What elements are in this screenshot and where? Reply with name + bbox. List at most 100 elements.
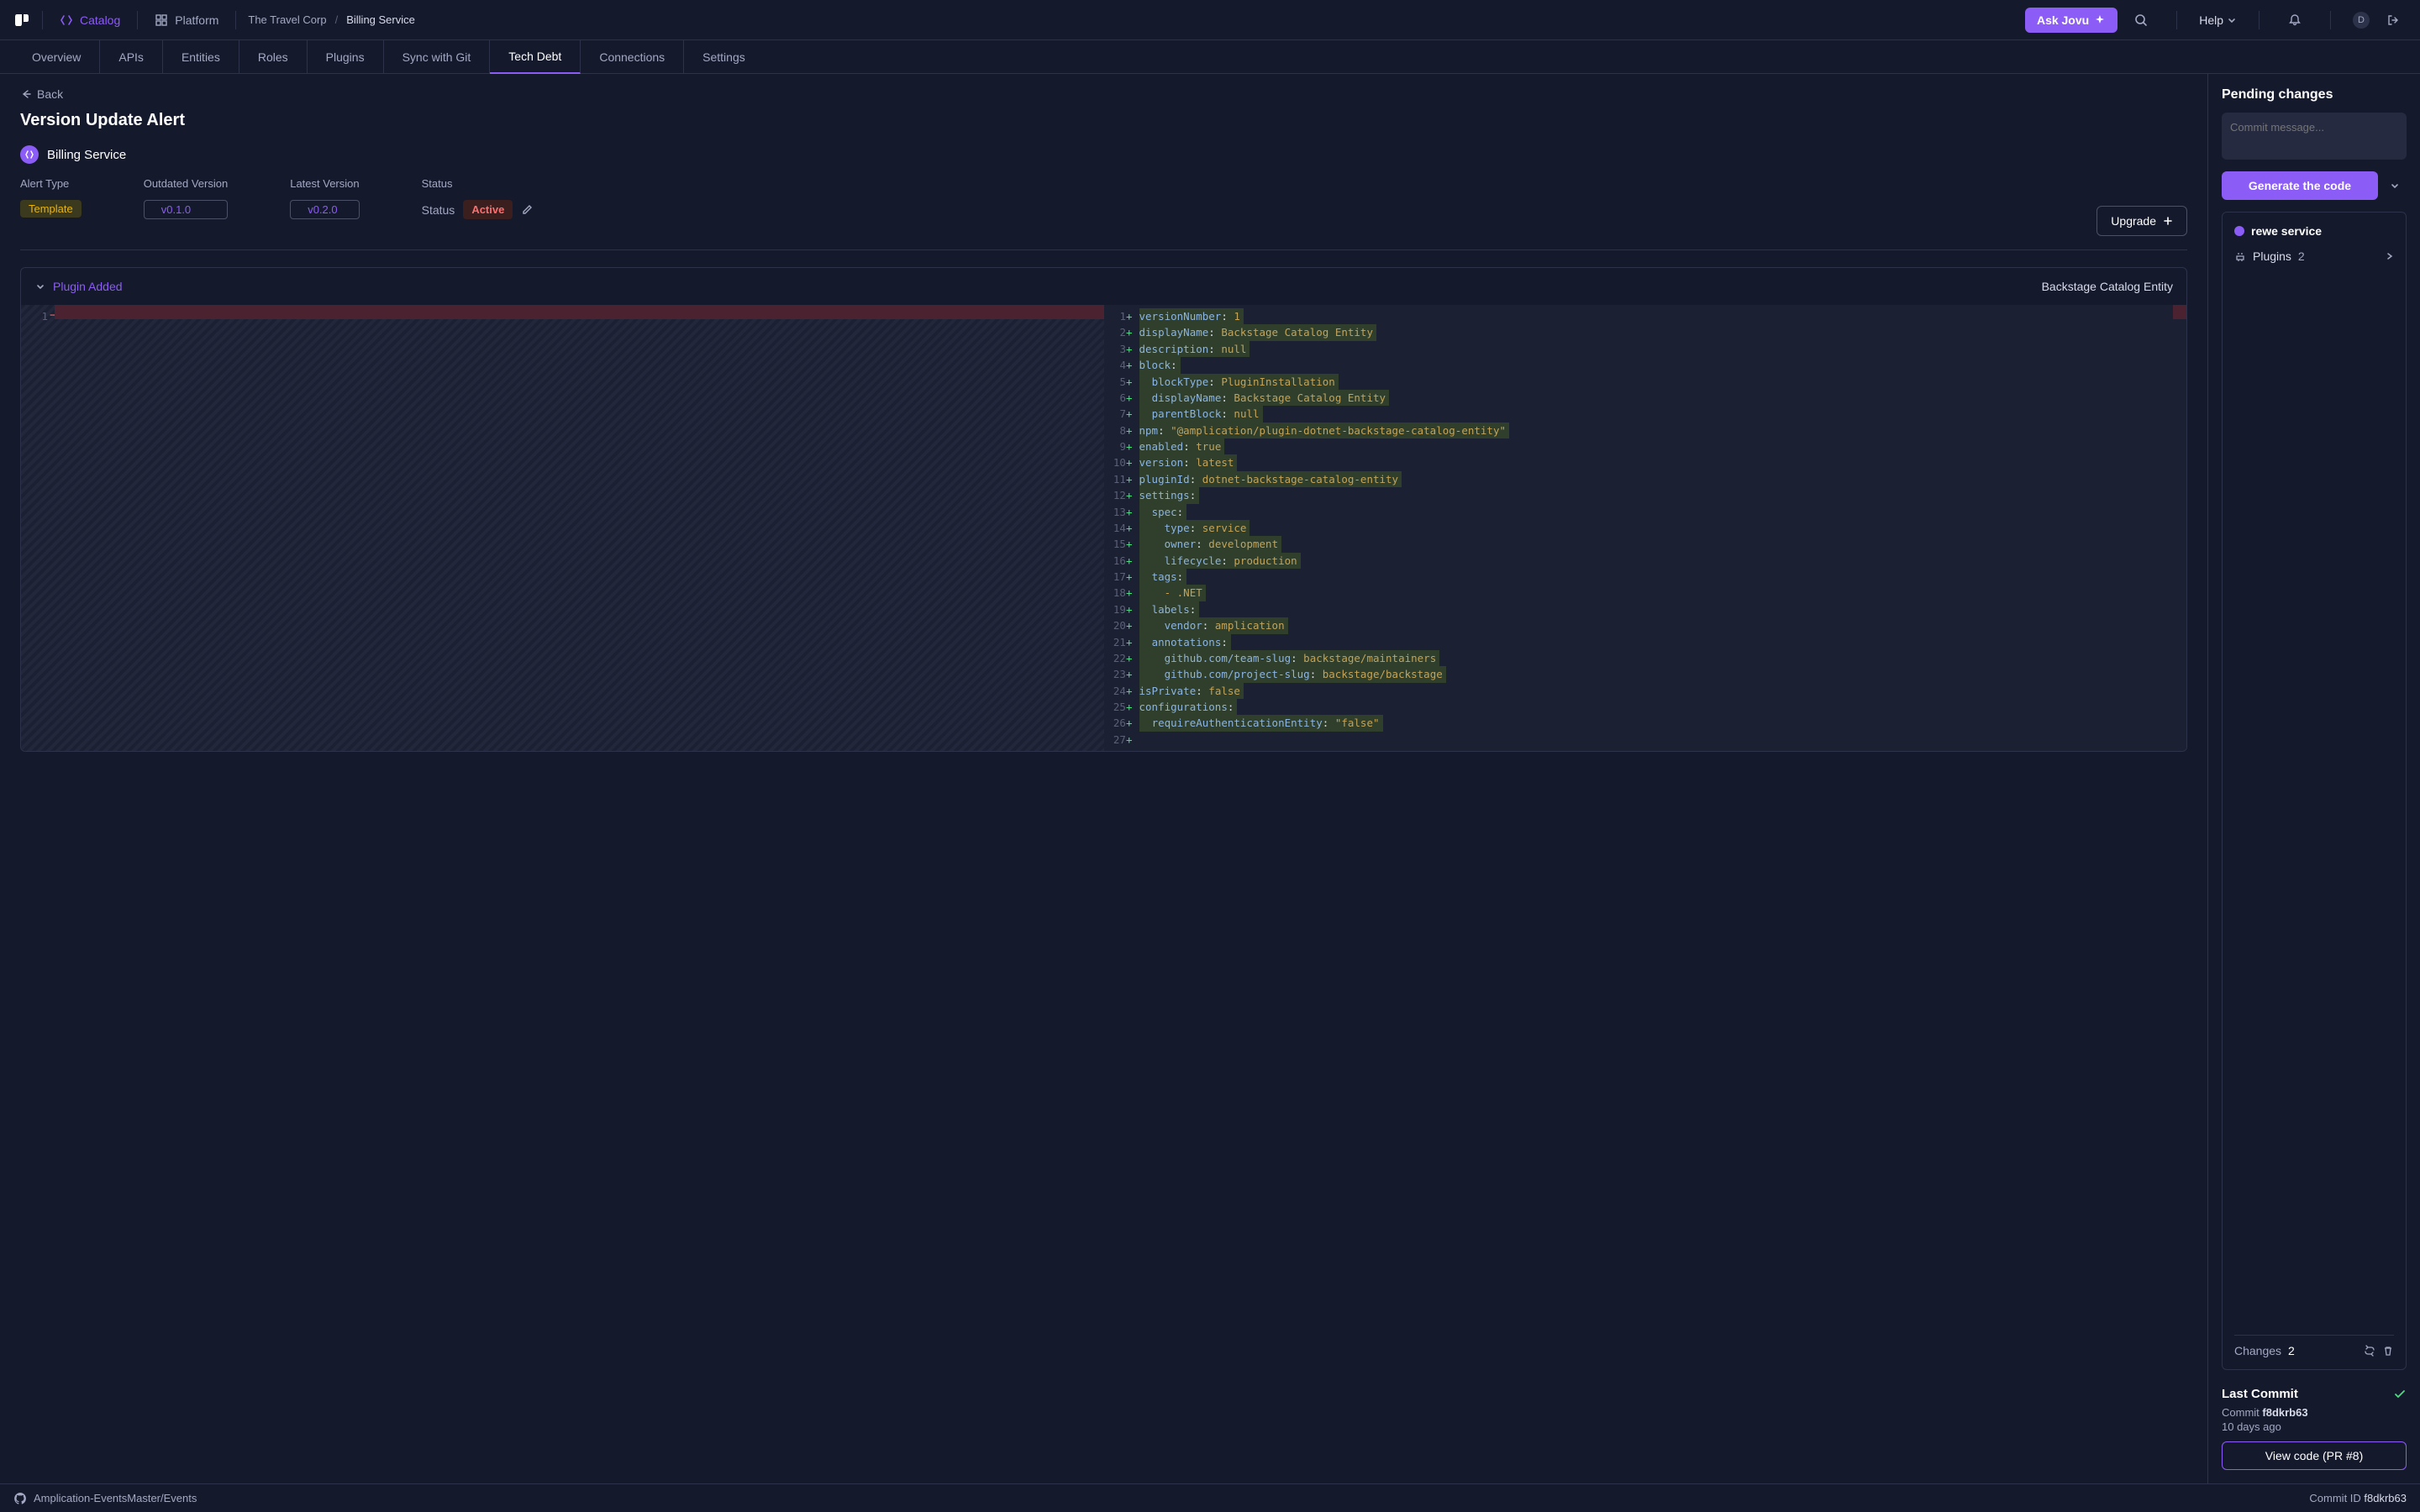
diff-section-title: Plugin Added [53,280,123,293]
line-number: 18+ [1104,585,1133,601]
tab-sync-with-git[interactable]: Sync with Git [384,40,491,74]
help-label: Help [2199,13,2223,27]
commit-age: 10 days ago [2222,1420,2407,1433]
code-line: versionNumber: 1 [1139,308,2181,324]
line-number: 8+ [1104,423,1133,438]
back-label: Back [37,87,63,101]
code-line: displayName: Backstage Catalog Entity [1139,324,2181,340]
code-line: block: [1139,357,2181,373]
line-number: 26+ [1104,715,1133,731]
code-line: displayName: Backstage Catalog Entity [1139,390,2181,406]
tab-apis[interactable]: APIs [100,40,163,74]
outdated-version[interactable]: v0.1.0 [144,200,228,219]
outdated-label: Outdated Version [144,177,228,190]
removed-line-number: 1 [41,310,48,323]
plugins-row[interactable]: Plugins 2 [2234,248,2394,265]
service-name: Billing Service [47,148,126,162]
code-line: lifecycle: production [1139,553,2181,569]
github-icon [13,1492,27,1505]
tab-connections[interactable]: Connections [581,40,684,74]
sparkle-icon [2094,14,2106,26]
upgrade-button[interactable]: Upgrade [2096,206,2187,236]
bottom-commit-hash: f8dkrb63 [2364,1492,2407,1504]
app-logo[interactable] [13,12,30,29]
back-link[interactable]: Back [20,87,2187,101]
code-line: configurations: [1139,699,2181,715]
tab-plugins[interactable]: Plugins [308,40,384,74]
code-line: vendor: amplication [1139,617,2181,633]
check-icon [2393,1388,2407,1401]
diff-card: Plugin Added Backstage Catalog Entity 1 … [20,267,2187,752]
code-line: labels: [1139,601,2181,617]
line-number: 19+ [1104,601,1133,617]
code-line: owner: development [1139,536,2181,552]
alert-type-value: Template [20,200,82,218]
bell-icon[interactable] [2281,7,2308,34]
code-line: annotations: [1139,634,2181,650]
line-number: 3+ [1104,341,1133,357]
chevron-down-icon[interactable] [34,281,46,292]
status-label: Status [422,177,534,190]
commit-id-label: Commit ID [2309,1492,2364,1504]
chevron-down-icon [2390,181,2400,191]
divider [20,249,2187,250]
line-number: 2+ [1104,324,1133,340]
nav-platform-label: Platform [175,13,218,27]
logout-icon[interactable] [2380,7,2407,34]
breadcrumb-org[interactable]: The Travel Corp [248,13,326,26]
plus-icon [2163,216,2173,226]
edit-icon[interactable] [521,204,533,216]
line-number: 20+ [1104,617,1133,633]
divider [137,11,138,29]
line-number: 12+ [1104,487,1133,503]
divider [2176,11,2177,29]
code-line: npm: "@amplication/plugin-dotnet-backsta… [1139,423,2181,438]
service-icon [20,145,39,164]
chevron-right-icon [2386,252,2394,260]
line-number: 11+ [1104,471,1133,487]
line-number: 9+ [1104,438,1133,454]
chevron-down-icon [2227,15,2237,25]
avatar[interactable]: D [2353,12,2370,29]
repo-path[interactable]: Amplication-EventsMaster/Events [34,1492,197,1504]
tab-roles[interactable]: Roles [239,40,308,74]
service-dot-icon [2234,226,2244,236]
ask-jovu-button[interactable]: Ask Jovu [2025,8,2118,33]
pending-service-name: rewe service [2251,224,2322,238]
line-number: 16+ [1104,553,1133,569]
tab-settings[interactable]: Settings [684,40,764,74]
pending-changes-title: Pending changes [2222,87,2407,102]
commit-message-input[interactable] [2222,113,2407,160]
help-menu[interactable]: Help [2199,13,2237,27]
generate-expand-button[interactable] [2383,171,2407,200]
breadcrumb-separator: / [335,13,339,26]
page-title: Version Update Alert [20,111,2187,130]
tab-overview[interactable]: Overview [13,40,100,74]
view-code-button[interactable]: View code (PR #8) [2222,1441,2407,1470]
code-line: - .NET [1139,585,2181,601]
tab-tech-debt[interactable]: Tech Debt [490,40,581,74]
line-number: 13+ [1104,504,1133,520]
line-number: 4+ [1104,357,1133,373]
latest-version[interactable]: v0.2.0 [290,200,359,219]
generate-code-button[interactable]: Generate the code [2222,171,2378,200]
line-number: 25+ [1104,699,1133,715]
status-text: Status [422,203,455,217]
plugin-icon [2234,250,2246,262]
line-number: 5+ [1104,374,1133,390]
tab-entities[interactable]: Entities [163,40,239,74]
changes-count: 2 [2288,1344,2295,1357]
search-icon[interactable] [2128,7,2154,34]
alert-type-label: Alert Type [20,177,82,190]
breadcrumb-service[interactable]: Billing Service [346,13,415,26]
diff-plugin-name: Backstage Catalog Entity [2042,280,2173,293]
arrow-left-icon [20,88,32,100]
code-line: description: null [1139,341,2181,357]
trash-icon[interactable] [2382,1345,2394,1357]
last-commit-title: Last Commit [2222,1387,2298,1401]
nav-catalog[interactable]: Catalog [55,10,125,30]
divider [2259,11,2260,29]
nav-platform[interactable]: Platform [150,10,224,30]
nav-catalog-label: Catalog [80,13,120,27]
refresh-icon[interactable] [2364,1345,2375,1357]
